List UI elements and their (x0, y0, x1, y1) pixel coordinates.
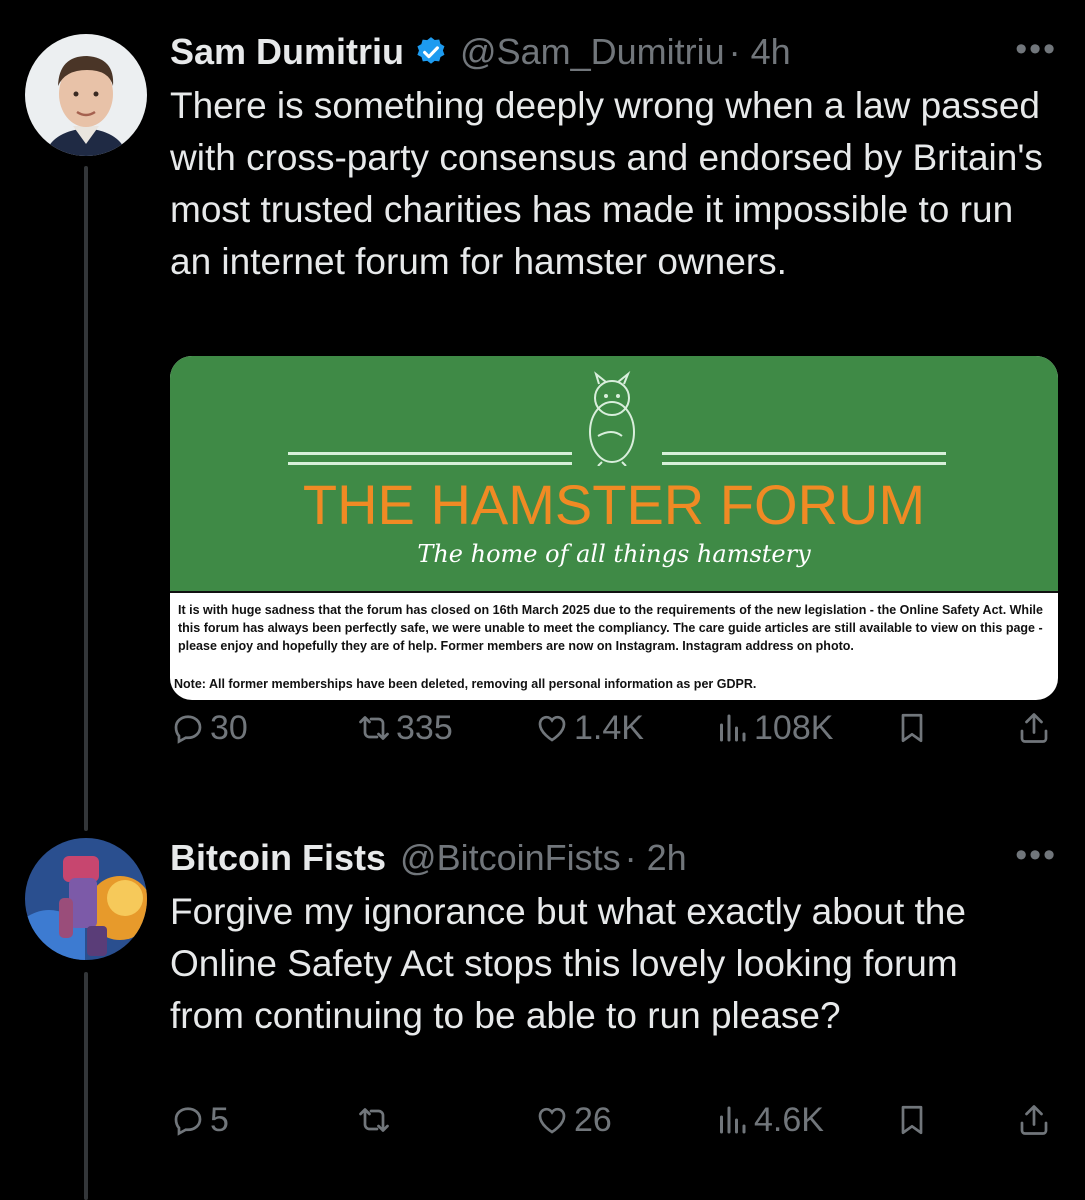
share-icon (1020, 1105, 1048, 1135)
more-icon[interactable]: ••• (1015, 32, 1057, 66)
forum-tagline: The home of all things hamstery (417, 540, 811, 568)
repost-count: 335 (396, 708, 453, 747)
share-button[interactable] (1016, 1102, 1052, 1138)
repost-button[interactable]: 335 (356, 709, 453, 748)
image-divider (170, 591, 1058, 593)
forum-title: THE HAMSTER FORUM (302, 473, 926, 536)
tweet-header: Sam Dumitriu @Sam_Dumitriu · 4h (170, 28, 1057, 76)
avatar[interactable] (25, 34, 147, 156)
tweet-image[interactable]: THE HAMSTER FORUM The home of all things… (170, 356, 1058, 700)
share-icon (1020, 713, 1048, 743)
share-button[interactable] (1016, 710, 1052, 746)
hamster-icon (589, 370, 635, 466)
like-button[interactable]: 26 (534, 1101, 612, 1140)
views-count: 108K (754, 708, 834, 747)
like-count: 1.4K (574, 708, 644, 747)
views-button[interactable]: 108K (714, 709, 833, 748)
repost-icon (359, 716, 389, 740)
author-name[interactable]: Bitcoin Fists (170, 837, 386, 879)
bookmark-icon (901, 1105, 923, 1135)
verified-badge-icon (417, 37, 445, 64)
views-count: 4.6K (754, 1100, 824, 1139)
gdpr-note: Note: All former memberships have been d… (174, 677, 757, 691)
reply-count: 30 (210, 708, 248, 747)
reply-count: 5 (210, 1100, 229, 1139)
views-icon (720, 714, 746, 742)
repost-button[interactable] (356, 1102, 396, 1138)
like-count: 26 (574, 1100, 612, 1139)
tweet-reply[interactable]: Bitcoin Fists @BitcoinFists · 2h ••• For… (170, 834, 1057, 1174)
image-banner: THE HAMSTER FORUM The home of all things… (170, 356, 1058, 591)
author-handle[interactable]: @BitcoinFists (400, 837, 621, 879)
repost-icon (359, 1108, 389, 1132)
tweet-main[interactable]: Sam Dumitriu @Sam_Dumitriu · 4h ••• Ther… (170, 28, 1058, 788)
banner-rule (662, 452, 946, 455)
like-button[interactable]: 1.4K (534, 709, 644, 748)
banner-rule (288, 462, 572, 465)
tweet-timestamp[interactable]: · 2h (625, 837, 687, 879)
reply-button[interactable]: 30 (170, 709, 248, 748)
tweet-timestamp[interactable]: · 4h (729, 31, 791, 73)
thread-line (84, 972, 88, 1200)
tweet-text: Forgive my ignorance but what exactly ab… (170, 891, 966, 1036)
views-button[interactable]: 4.6K (714, 1101, 824, 1140)
closure-notice: It is with huge sadness that the forum h… (178, 603, 1043, 653)
like-icon (538, 715, 566, 742)
thread-line (84, 166, 88, 831)
banner-rule (288, 452, 572, 455)
bookmark-button[interactable] (894, 710, 930, 746)
avatar[interactable] (25, 838, 147, 960)
tweet-header: Bitcoin Fists @BitcoinFists · 2h (170, 834, 1057, 882)
author-handle[interactable]: @Sam_Dumitriu (460, 31, 725, 73)
views-icon (720, 1106, 746, 1134)
banner-rule (662, 462, 946, 465)
reply-icon (174, 1107, 202, 1136)
more-icon[interactable]: ••• (1015, 838, 1057, 872)
reply-icon (174, 715, 202, 744)
bookmark-icon (901, 713, 923, 743)
reply-button[interactable]: 5 (170, 1101, 229, 1140)
tweet-text: There is something deeply wrong when a l… (170, 85, 1043, 282)
bookmark-button[interactable] (894, 1102, 930, 1138)
like-icon (538, 1107, 566, 1134)
author-name[interactable]: Sam Dumitriu (170, 31, 404, 73)
